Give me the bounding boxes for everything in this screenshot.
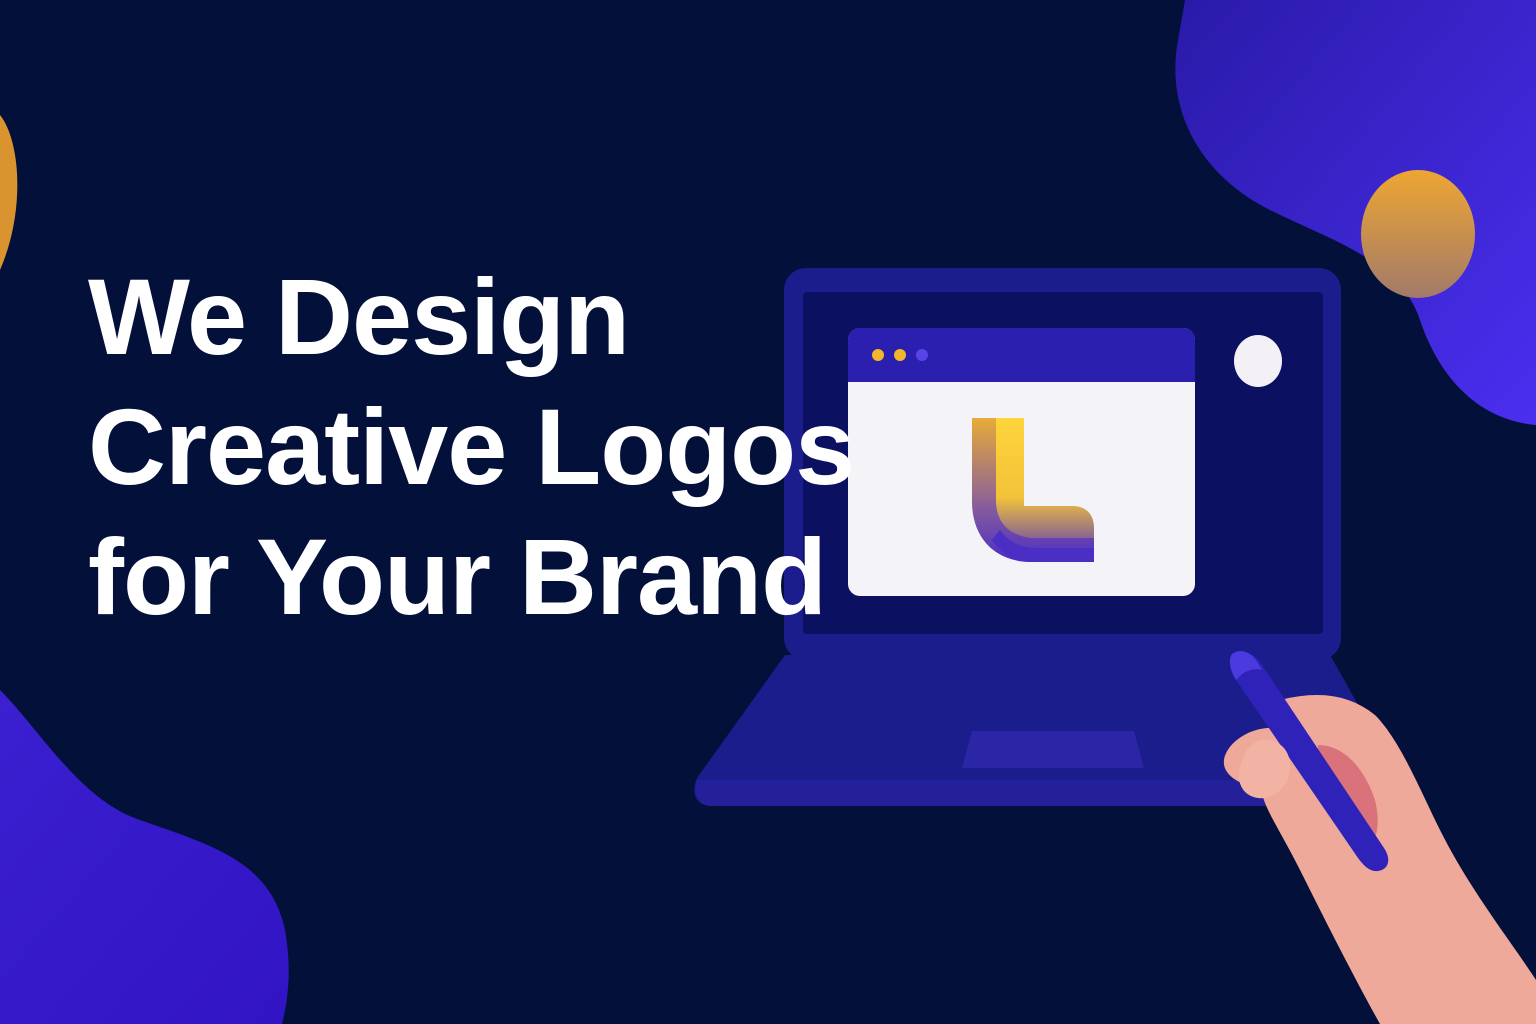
browser-window — [848, 328, 1195, 596]
headline: We Design Creative Logos for Your Brand — [88, 252, 855, 642]
blob-bottom-left — [0, 690, 289, 1024]
screen-circle — [1234, 335, 1282, 387]
headline-line-2: Creative Logos — [88, 386, 855, 507]
hero-banner: We Design Creative Logos for Your Brand — [0, 0, 1536, 1024]
hand-with-stylus — [1223, 651, 1536, 1024]
laptop-trackpad — [962, 731, 1144, 768]
headline-line-1: We Design — [88, 256, 630, 377]
window-dots-icon — [872, 349, 928, 361]
gold-circle-left — [0, 115, 18, 270]
gold-circle-top-right — [1361, 170, 1475, 298]
headline-line-3: for Your Brand — [88, 516, 827, 637]
